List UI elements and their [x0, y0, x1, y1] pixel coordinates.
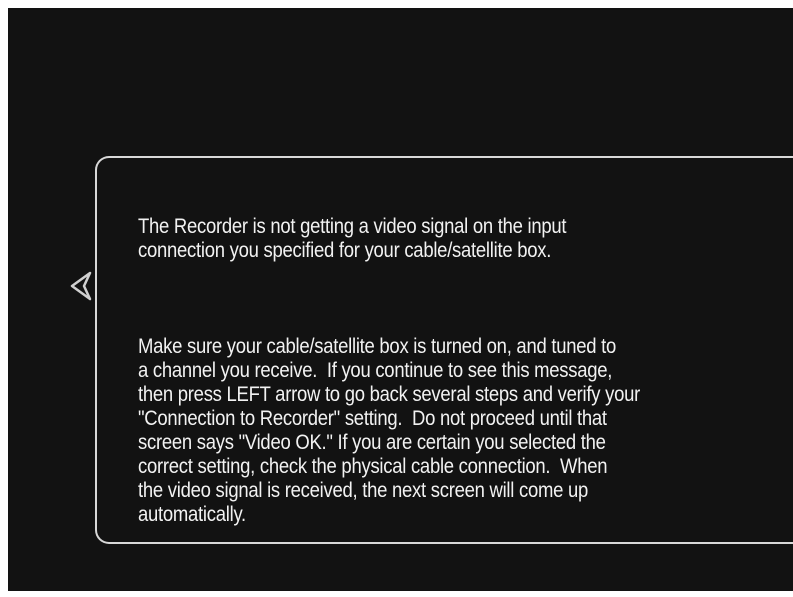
message-text: The Recorder is not getting a video sign… — [138, 167, 701, 575]
tv-screen: The Recorder is not getting a video sign… — [8, 8, 793, 591]
message-panel: The Recorder is not getting a video sign… — [95, 156, 793, 544]
message-paragraph-2: Make sure your cable/satellite box is tu… — [138, 335, 641, 526]
message-paragraph-1: The Recorder is not getting a video sign… — [138, 215, 567, 262]
left-arrow-icon[interactable] — [68, 271, 92, 301]
